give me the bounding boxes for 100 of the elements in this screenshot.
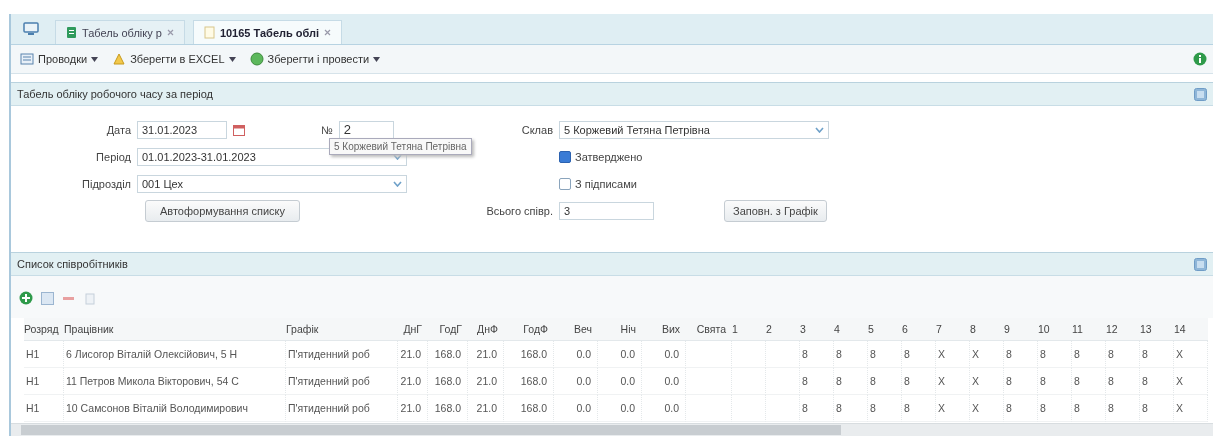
table-cell: 8	[1140, 368, 1174, 395]
table-cell: 8	[834, 395, 868, 422]
column-header[interactable]: Свята	[686, 318, 732, 341]
column-header[interactable]: Розряд	[24, 318, 64, 341]
dropdown-icon	[815, 126, 824, 133]
column-header[interactable]: Ніч	[598, 318, 642, 341]
author-combo[interactable]: 5 Коржевий Тетяна Петрівна	[559, 120, 829, 139]
close-icon[interactable]	[166, 29, 174, 36]
info-icon[interactable]	[1193, 52, 1207, 66]
table-cell: 21.0	[468, 395, 504, 422]
table-cell: 168.0	[428, 341, 468, 368]
checkbox[interactable]: З підписами	[559, 177, 829, 190]
caret-icon	[373, 56, 381, 62]
collapse-icon[interactable]	[1194, 257, 1207, 271]
scrollbar-thumb[interactable]	[21, 425, 841, 435]
column-header[interactable]: ГодФ	[504, 318, 554, 341]
checkbox-box[interactable]	[559, 150, 571, 163]
toolbar-button[interactable]: Зберегти в EXCEL	[109, 50, 239, 68]
panel-title: Табель обліку робочого часу за період	[17, 88, 213, 100]
column-header[interactable]: 12	[1106, 318, 1140, 341]
table-cell: 8	[1038, 341, 1072, 368]
autofill-button[interactable]: Автоформування списку	[145, 199, 300, 222]
collapse-icon[interactable]	[1194, 87, 1207, 101]
number-field[interactable]: 2	[338, 120, 394, 139]
fill-from-schedule-button[interactable]: Заповн. з Графік	[724, 199, 827, 222]
toolbar-button[interactable]: Проводки	[17, 50, 102, 68]
table-cell: 8	[800, 368, 834, 395]
checkbox[interactable]: Затверджено	[559, 150, 829, 163]
column-header[interactable]: ГодГ	[428, 318, 468, 341]
column-header[interactable]: Веч	[554, 318, 598, 341]
empty-cell	[766, 341, 800, 368]
table-cell: 8	[868, 341, 902, 368]
table-cell: 0.0	[642, 341, 686, 368]
column-header[interactable]: 2	[766, 318, 800, 341]
column-header[interactable]: 11	[1072, 318, 1106, 341]
column-header[interactable]: Графік	[286, 318, 398, 341]
department-combo[interactable]: 001 Цех	[137, 174, 407, 193]
column-header[interactable]: 10	[1038, 318, 1072, 341]
close-icon[interactable]	[324, 29, 332, 36]
field-label: Всього співр.	[485, 204, 553, 217]
column-header[interactable]: 8	[970, 318, 1004, 341]
table-cell: 168.0	[428, 368, 468, 395]
calendar-icon[interactable]	[233, 123, 245, 136]
column-header[interactable]: Працівник	[64, 318, 286, 341]
column-header[interactable]: ДнГ	[398, 318, 428, 341]
table-cell: 0.0	[598, 368, 642, 395]
checkbox-box[interactable]	[559, 177, 571, 190]
list-icon	[20, 52, 34, 66]
table-cell: X	[970, 395, 1004, 422]
column-header[interactable]: 14	[1174, 318, 1208, 341]
table-cell: 168.0	[504, 395, 554, 422]
horizontal-scrollbar[interactable]	[11, 423, 1213, 436]
table-cell: П'ятиденний роб	[286, 341, 398, 368]
table-cell: 168.0	[504, 341, 554, 368]
document-tab[interactable]: Табель обліку р	[55, 20, 185, 44]
table-cell: X	[1174, 368, 1208, 395]
date-field[interactable]: 31.01.2023	[137, 120, 227, 139]
table-cell: 8	[1106, 395, 1140, 422]
column-header[interactable]: Вих	[642, 318, 686, 341]
add-icon[interactable]	[19, 291, 33, 305]
table-cell: 8	[1004, 341, 1038, 368]
column-header[interactable]: 5	[868, 318, 902, 341]
column-header[interactable]: 9	[1004, 318, 1038, 341]
column-header[interactable]: 1	[732, 318, 766, 341]
table-cell: 8	[868, 368, 902, 395]
empty-cell	[686, 368, 732, 395]
table-cell: 8	[1004, 395, 1038, 422]
table-cell: X	[970, 368, 1004, 395]
panel-title: Список співробітників	[17, 258, 128, 270]
document-tab[interactable]: 10165 Табель облі	[192, 20, 343, 44]
table-cell: 8	[800, 395, 834, 422]
table-cell: 0.0	[598, 395, 642, 422]
field-label: Склав	[520, 123, 553, 136]
empty-cell	[686, 341, 732, 368]
table-cell: Н1	[24, 395, 64, 422]
table-cell: 0.0	[554, 341, 598, 368]
table-cell: 0.0	[642, 395, 686, 422]
toolbar-button[interactable]: Зберегти і провести	[246, 50, 384, 68]
empty-cell	[766, 368, 800, 395]
column-header[interactable]: 7	[936, 318, 970, 341]
save-icon[interactable]	[41, 291, 54, 305]
table-cell: Н1	[24, 368, 64, 395]
table-cell: 21.0	[468, 341, 504, 368]
column-header[interactable]: 6	[902, 318, 936, 341]
table-cell: 8	[902, 395, 936, 422]
column-header[interactable]: ДнФ	[468, 318, 504, 341]
caret-icon	[228, 56, 236, 62]
dropdown-icon	[393, 153, 402, 160]
empty-cell	[766, 395, 800, 422]
column-header[interactable]: 13	[1140, 318, 1174, 341]
table-cell: 8	[902, 368, 936, 395]
copy-icon[interactable]	[83, 291, 96, 305]
monitor-icon[interactable]	[23, 22, 39, 36]
table-cell: 168.0	[504, 368, 554, 395]
table-cell: 0.0	[598, 341, 642, 368]
column-header[interactable]: 4	[834, 318, 868, 341]
column-header[interactable]: 3	[800, 318, 834, 341]
table-cell: X	[936, 395, 970, 422]
table-cell: 8	[1140, 395, 1174, 422]
total-field[interactable]: 3	[559, 201, 654, 220]
